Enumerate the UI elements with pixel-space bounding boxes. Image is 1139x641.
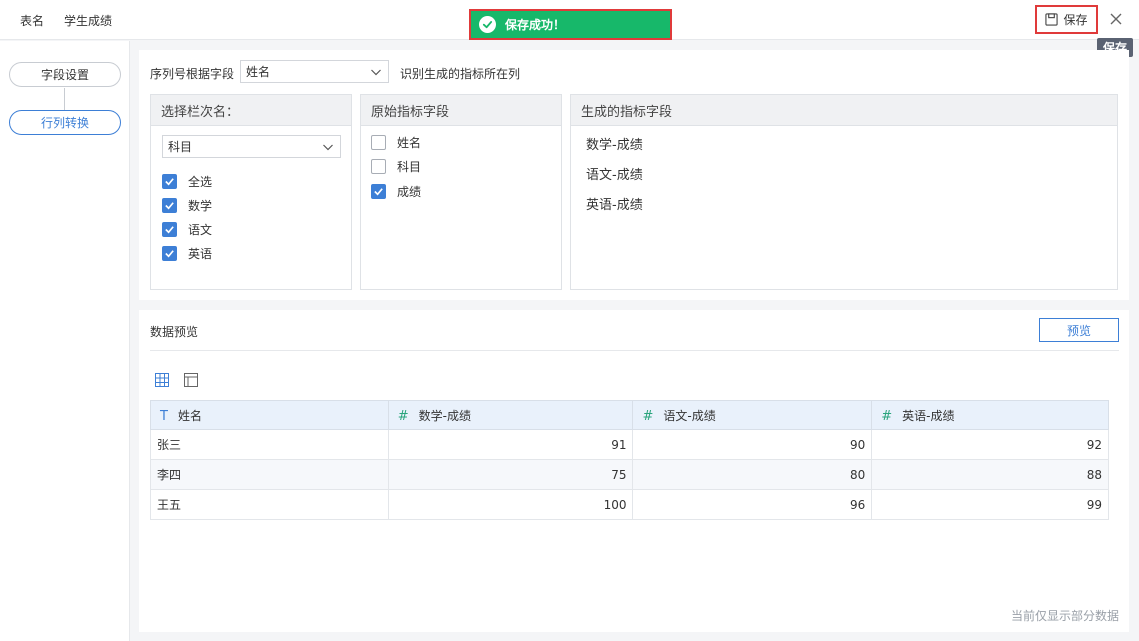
toast-message: 保存成功！ — [505, 18, 566, 32]
checkbox-label: 成绩 — [397, 185, 422, 199]
table-name-label: 表名 — [20, 14, 45, 28]
checkbox-unchecked-icon — [371, 159, 386, 174]
generated-field-item: 语文-成绩 — [586, 168, 643, 183]
checkbox-field-score[interactable]: 成绩 — [371, 183, 421, 200]
checkbox-english[interactable]: 英语 — [162, 245, 212, 262]
step-connector — [64, 88, 65, 110]
chevron-down-icon — [323, 144, 333, 151]
save-button-label: 保存 — [1063, 13, 1088, 27]
success-check-icon — [479, 16, 496, 33]
source-field-box-header: 原始指标字段 — [361, 95, 561, 126]
step-row-column-transform[interactable]: 行列转换 — [9, 110, 121, 135]
table-cell: 99 — [871, 489, 1109, 520]
dimension-box: 选择栏次名： 科目 全选 数学 语文 英语 — [150, 94, 352, 290]
checkbox-select-all[interactable]: 全选 — [162, 173, 212, 190]
table-row: 张三 91 90 92 — [150, 429, 1109, 460]
column-header-label: 姓名 — [177, 408, 202, 423]
transform-config-panel: 序列号根据字段 姓名 识别生成的指标所在列 选择栏次名： 科目 全选 数学 语文… — [139, 50, 1129, 300]
table-name-value[interactable]: 学生成绩 — [64, 12, 112, 29]
table-view-icon[interactable] — [155, 373, 169, 387]
generated-field-item: 数学-成绩 — [586, 138, 643, 153]
preview-table: T 姓名 # 数学-成绩 # 语文-成绩 # 英语-成绩 张三 91 90 92 李四 … — [150, 400, 1109, 520]
column-header: # 数学-成绩 — [387, 400, 634, 430]
checkbox-checked-icon — [162, 246, 177, 261]
checkbox-checked-icon — [162, 174, 177, 189]
checkbox-math[interactable]: 数学 — [162, 197, 212, 214]
checkbox-field-name[interactable]: 姓名 — [371, 134, 421, 151]
checkbox-field-subject[interactable]: 科目 — [371, 158, 421, 175]
table-cell: 75 — [387, 459, 634, 490]
checkbox-label: 英语 — [188, 247, 213, 261]
column-header: # 英语-成绩 — [871, 400, 1109, 430]
source-field-box: 原始指标字段 姓名 科目 成绩 — [360, 94, 562, 290]
divider — [150, 350, 1119, 351]
table-cell: 96 — [632, 489, 873, 520]
table-cell: 88 — [871, 459, 1109, 490]
dimension-select[interactable]: 科目 — [162, 135, 341, 158]
checkbox-label: 姓名 — [397, 136, 422, 150]
table-cell: 王五 — [150, 489, 389, 520]
generated-field-item: 英语-成绩 — [586, 198, 643, 213]
column-header-label: 数学-成绩 — [418, 408, 471, 423]
table-cell: 李四 — [150, 459, 389, 490]
checkbox-checked-icon — [162, 222, 177, 237]
checkbox-checked-icon — [371, 184, 386, 199]
generated-field-box-header: 生成的指标字段 — [571, 95, 1117, 126]
step-field-settings[interactable]: 字段设置 — [9, 62, 121, 87]
dimension-select-value: 科目 — [168, 140, 193, 154]
save-icon — [1045, 13, 1059, 26]
checkbox-unchecked-icon — [371, 135, 386, 150]
checkbox-label: 数学 — [188, 199, 213, 213]
table-cell: 90 — [632, 429, 873, 460]
generated-field-box: 生成的指标字段 数学-成绩 语文-成绩 英语-成绩 — [570, 94, 1118, 290]
number-type-icon: # — [397, 408, 409, 424]
table-cell: 91 — [387, 429, 634, 460]
sequence-field-value: 姓名 — [246, 65, 271, 79]
close-icon — [1110, 13, 1122, 25]
dimension-box-header: 选择栏次名： — [151, 95, 351, 126]
sequence-field-label: 序列号根据字段 — [150, 67, 235, 81]
checkbox-label: 科目 — [397, 160, 422, 174]
sidebar: 字段设置 行列转换 — [0, 41, 130, 641]
table-cell: 92 — [871, 429, 1109, 460]
layout-view-icon[interactable] — [184, 373, 198, 387]
column-header-label: 英语-成绩 — [902, 408, 955, 423]
column-header: # 语文-成绩 — [632, 400, 873, 430]
number-type-icon: # — [881, 408, 893, 424]
checkbox-label: 全选 — [188, 175, 213, 189]
sequence-field-hint: 识别生成的指标所在列 — [400, 67, 521, 81]
save-success-toast: 保存成功！ — [469, 9, 672, 40]
table-header-row: T 姓名 # 数学-成绩 # 语文-成绩 # 英语-成绩 — [150, 400, 1109, 430]
chevron-down-icon — [371, 69, 381, 76]
table-row: 李四 75 80 88 — [150, 459, 1109, 490]
close-button[interactable] — [1108, 11, 1124, 27]
checkbox-label: 语文 — [188, 223, 213, 237]
preview-button[interactable]: 预览 — [1039, 318, 1119, 342]
partial-data-note: 当前仅显示部分数据 — [1010, 609, 1119, 623]
column-header: T 姓名 — [150, 400, 389, 430]
checkbox-chinese[interactable]: 语文 — [162, 221, 212, 238]
column-header-label: 语文-成绩 — [663, 408, 716, 423]
save-button[interactable]: 保存 — [1035, 5, 1098, 34]
sequence-field-select[interactable]: 姓名 — [240, 60, 389, 83]
data-preview-title: 数据预览 — [150, 325, 199, 339]
table-cell: 张三 — [150, 429, 389, 460]
checkbox-checked-icon — [162, 198, 177, 213]
number-type-icon: # — [642, 408, 654, 424]
table-row: 王五 100 96 99 — [150, 489, 1109, 520]
table-cell: 80 — [632, 459, 873, 490]
table-cell: 100 — [387, 489, 634, 520]
text-type-icon: T — [160, 408, 168, 424]
data-preview-panel: 数据预览 预览 T 姓名 # 数学-成绩 # 语文-成绩 # 英语-成绩 张三 91 9… — [139, 310, 1129, 632]
